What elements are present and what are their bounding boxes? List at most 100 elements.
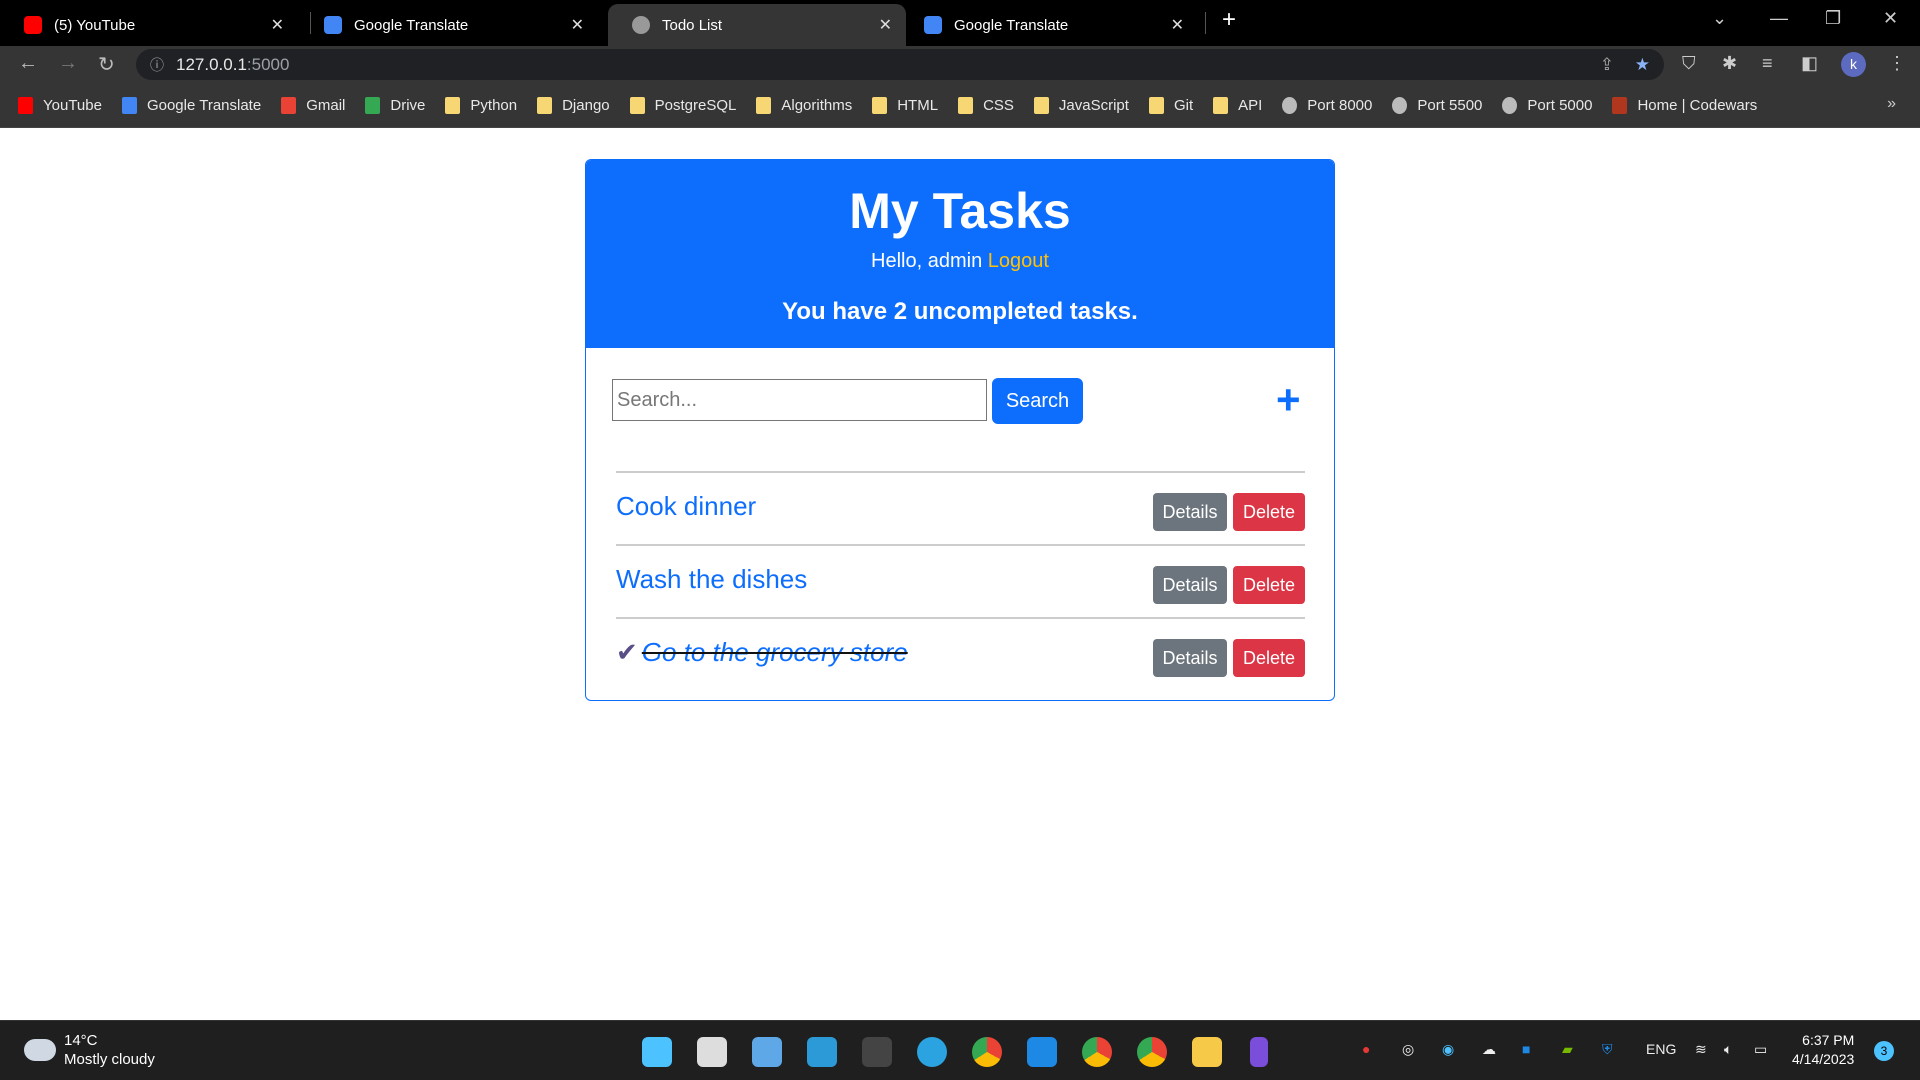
folder-icon	[756, 96, 772, 114]
tray-search-icon[interactable]: ◉	[1442, 1041, 1454, 1058]
taskbar: 14°C Mostly cloudy ● ◎ ◉ ☁ ■ ▰ ⛨ ENG ≋ 🔈︎…	[0, 1020, 1920, 1080]
delete-button[interactable]: Delete	[1233, 566, 1305, 604]
info-icon[interactable]: ⓘ	[150, 55, 164, 75]
more-bookmarks-icon[interactable]: »	[1887, 95, 1896, 113]
globe-icon	[632, 16, 650, 34]
logout-link[interactable]: Logout	[988, 250, 1049, 272]
bookmarks-bar: YouTube Google Translate Gmail Drive Python D…	[0, 83, 1920, 128]
nvidia-icon[interactable]: ▰	[1562, 1041, 1573, 1058]
bookmark-gmail[interactable]: Gmail	[281, 96, 345, 114]
codewars-icon	[1612, 96, 1628, 114]
bookmark-port-5500[interactable]: Port 5500	[1392, 96, 1482, 114]
task-title-link[interactable]: Wash the dishes	[616, 564, 807, 595]
close-tab-icon[interactable]: ✕	[571, 15, 584, 35]
bookmark-youtube[interactable]: YouTube	[18, 96, 102, 114]
details-button[interactable]: Details	[1153, 639, 1227, 677]
language-indicator[interactable]: ENG	[1646, 1041, 1676, 1057]
obsidian-icon[interactable]	[1250, 1037, 1268, 1067]
onedrive-icon[interactable]: ☁	[1482, 1041, 1496, 1058]
close-tab-icon[interactable]: ✕	[1171, 15, 1184, 35]
close-tab-icon[interactable]: ✕	[271, 15, 284, 35]
task-row: ✔ Go to the grocery store Details Delete	[616, 617, 1305, 690]
details-button[interactable]: Details	[1153, 493, 1227, 531]
tab-google-translate[interactable]: Google Translate ✕	[300, 4, 598, 46]
add-task-icon[interactable]: +	[1276, 379, 1301, 421]
tab-todo-list[interactable]: Todo List ✕	[608, 4, 906, 46]
bookmark-home-codewars[interactable]: Home | Codewars	[1612, 96, 1757, 114]
forward-icon[interactable]: →	[58, 52, 78, 75]
bookmark-python[interactable]: Python	[445, 96, 517, 114]
task-list: Cook dinner Details Delete Wash the dishes D…	[616, 471, 1305, 690]
tray-app-icon[interactable]: ●	[1362, 1041, 1370, 1057]
terminal-icon[interactable]	[862, 1037, 892, 1067]
reload-icon[interactable]: ↻	[98, 52, 115, 77]
delete-button[interactable]: Delete	[1233, 639, 1305, 677]
bookmark-javascript[interactable]: JavaScript	[1033, 96, 1129, 114]
bookmark-postgresql[interactable]: PostgreSQL	[629, 96, 736, 114]
share-icon[interactable]: ⇪	[1600, 55, 1614, 75]
bookmark-git[interactable]: Git	[1148, 96, 1193, 114]
restore-button[interactable]: ❐	[1825, 8, 1841, 29]
profile-avatar[interactable]: k	[1841, 52, 1866, 77]
media-queue-icon[interactable]: ≡	[1762, 53, 1773, 74]
app-icon[interactable]	[752, 1037, 782, 1067]
folder-icon	[1033, 96, 1049, 114]
search-button[interactable]: Search	[992, 378, 1083, 424]
chrome-profile-icon[interactable]	[1082, 1037, 1112, 1067]
defender-icon[interactable]: ⛨	[1602, 1041, 1613, 1058]
tab-youtube[interactable]: (5) YouTube ✕	[0, 4, 298, 46]
menu-icon[interactable]: ⋮	[1888, 53, 1906, 74]
globe-icon	[1502, 96, 1518, 114]
shield-extension-icon[interactable]: ⛉	[1682, 53, 1696, 74]
desktop-icon[interactable]	[807, 1037, 837, 1067]
telegram-icon[interactable]	[917, 1037, 947, 1067]
weather-cloud-icon	[24, 1039, 56, 1061]
weather-widget[interactable]: 14°C Mostly cloudy	[64, 1031, 155, 1069]
wifi-icon[interactable]: ≋	[1695, 1041, 1707, 1058]
task-title-link[interactable]: Cook dinner	[616, 491, 756, 522]
globe-icon	[1282, 96, 1298, 114]
folder-icon	[1213, 96, 1229, 114]
bookmark-django[interactable]: Django	[537, 96, 610, 114]
toolbar: ← → ↻ ⓘ 127.0.0.1:5000 ⇪ ★ ⛉ ✱ ≡ ◧ k ⋮	[0, 46, 1920, 83]
chrome-icon[interactable]	[972, 1037, 1002, 1067]
folder-icon	[445, 96, 461, 114]
close-window-button[interactable]: ✕	[1883, 8, 1898, 29]
notification-badge[interactable]: 3	[1874, 1041, 1894, 1061]
minimize-button[interactable]: —	[1770, 8, 1788, 29]
tray-camera-icon[interactable]: ◎	[1402, 1041, 1414, 1058]
bookmark-port-8000[interactable]: Port 8000	[1282, 96, 1372, 114]
gmail-icon	[281, 96, 297, 114]
back-icon[interactable]: ←	[18, 52, 38, 75]
details-button[interactable]: Details	[1153, 566, 1227, 604]
task-view-icon[interactable]	[697, 1037, 727, 1067]
task-title-link[interactable]: ✔ Go to the grocery store	[616, 637, 908, 668]
delete-button[interactable]: Delete	[1233, 493, 1305, 531]
chrome-alt-icon[interactable]	[1137, 1037, 1167, 1067]
bookmark-drive[interactable]: Drive	[365, 96, 425, 114]
bookmark-css[interactable]: CSS	[958, 96, 1014, 114]
volume-icon[interactable]: 🔈︎	[1724, 1041, 1732, 1058]
start-icon[interactable]	[642, 1037, 672, 1067]
extensions-icon[interactable]: ✱	[1722, 53, 1737, 74]
new-tab-button[interactable]: +	[1222, 6, 1236, 34]
close-tab-icon[interactable]: ✕	[879, 15, 892, 35]
bookmark-star-icon[interactable]: ★	[1635, 55, 1650, 75]
bookmark-api[interactable]: API	[1213, 96, 1262, 114]
search-input[interactable]	[612, 379, 987, 421]
bookmark-port-5000[interactable]: Port 5000	[1502, 96, 1592, 114]
address-bar[interactable]: ⓘ 127.0.0.1:5000 ⇪ ★	[136, 49, 1664, 80]
clock[interactable]: 6:37 PM 4/14/2023	[1792, 1031, 1854, 1069]
battery-icon[interactable]: ▭	[1754, 1041, 1767, 1058]
file-explorer-icon[interactable]	[1192, 1037, 1222, 1067]
vscode-icon[interactable]	[1027, 1037, 1057, 1067]
google-translate-icon	[324, 16, 342, 34]
tab-search-icon[interactable]: ⌄	[1712, 8, 1727, 29]
bookmark-algorithms[interactable]: Algorithms	[756, 96, 852, 114]
translate-icon	[121, 96, 137, 114]
bookmark-html[interactable]: HTML	[872, 96, 938, 114]
bookmark-google-translate[interactable]: Google Translate	[121, 96, 261, 114]
tray-blue-icon[interactable]: ■	[1522, 1041, 1530, 1057]
tab-google-translate-2[interactable]: Google Translate ✕	[900, 4, 1198, 46]
side-panel-icon[interactable]: ◧	[1801, 53, 1818, 74]
